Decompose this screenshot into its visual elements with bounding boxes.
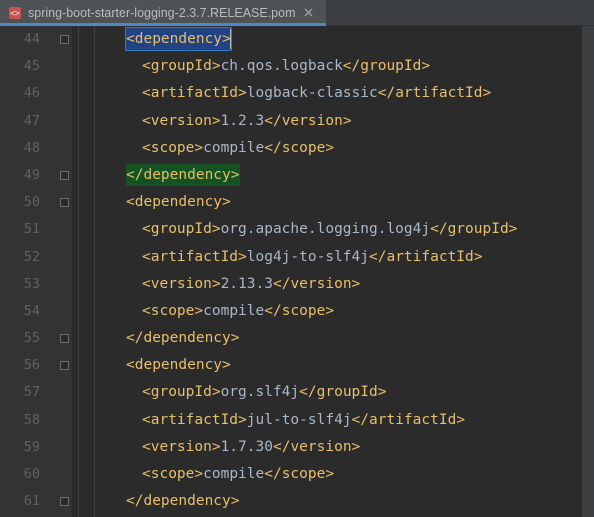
- xml-tag: dependency: [135, 357, 222, 373]
- code-line: </dependency>: [110, 162, 582, 189]
- xml-tag: version: [151, 276, 212, 292]
- xml-tag: scope: [151, 466, 195, 482]
- close-icon[interactable]: [302, 6, 316, 20]
- xml-tag: groupId: [151, 384, 212, 400]
- xml-tag: artifactId: [151, 85, 238, 101]
- xml-tag: artifactId: [151, 249, 238, 265]
- line-number: 50: [0, 189, 40, 216]
- xml-tag: groupId: [448, 221, 509, 237]
- xml-tag: version: [151, 439, 212, 455]
- fold-expand-icon[interactable]: [60, 171, 69, 180]
- line-number: 45: [0, 53, 40, 80]
- line-number: 53: [0, 271, 40, 298]
- xml-tag: scope: [282, 466, 326, 482]
- xml-text: logback-classic: [247, 85, 378, 101]
- code-line: <groupId>org.apache.logging.log4j</group…: [110, 216, 582, 243]
- xml-tag: groupId: [151, 221, 212, 237]
- code-line: <version>1.2.3</version>: [110, 108, 582, 135]
- xml-tag: artifactId: [395, 85, 482, 101]
- line-number: 46: [0, 80, 40, 107]
- line-number: 54: [0, 298, 40, 325]
- tab-label: spring-boot-starter-logging-2.3.7.RELEAS…: [28, 6, 296, 20]
- line-number: 59: [0, 434, 40, 461]
- indent-guides: [72, 26, 110, 517]
- line-number: 51: [0, 216, 40, 243]
- xml-text: 1.2.3: [221, 113, 265, 129]
- xml-tag: scope: [151, 140, 195, 156]
- line-number: 57: [0, 379, 40, 406]
- xml-tag: dependency: [143, 330, 230, 346]
- xml-text: jul-to-slf4j: [247, 412, 352, 428]
- code-line: <scope>compile</scope>: [110, 298, 582, 325]
- xml-tag: scope: [282, 303, 326, 319]
- fold-expand-icon[interactable]: [60, 334, 69, 343]
- xml-tag: version: [151, 113, 212, 129]
- code-line: <version>2.13.3</version>: [110, 271, 582, 298]
- fold-expand-icon[interactable]: [60, 497, 69, 506]
- xml-tag: artifactId: [369, 412, 456, 428]
- matched-tag-close: </dependency>: [126, 164, 240, 186]
- line-number: 55: [0, 325, 40, 352]
- code-line: <groupId>ch.qos.logback</groupId>: [110, 53, 582, 80]
- xml-tag: scope: [282, 140, 326, 156]
- line-number: 47: [0, 108, 40, 135]
- line-number: 56: [0, 352, 40, 379]
- line-number: 58: [0, 407, 40, 434]
- code-line: </dependency>: [110, 325, 582, 352]
- xml-text: org.slf4j: [221, 384, 300, 400]
- line-number: 49: [0, 162, 40, 189]
- editor-tab[interactable]: <> spring-boot-starter-logging-2.3.7.REL…: [0, 0, 326, 25]
- line-number: 44: [0, 26, 40, 53]
- xml-text: compile: [203, 303, 264, 319]
- fold-strip: [58, 26, 72, 517]
- code-line: <scope>compile</scope>: [110, 461, 582, 488]
- xml-tag: groupId: [360, 58, 421, 74]
- xml-text: compile: [203, 140, 264, 156]
- xml-text: 2.13.3: [221, 276, 273, 292]
- line-number: 61: [0, 488, 40, 515]
- code-line: <dependency>: [110, 352, 582, 379]
- line-number: 52: [0, 244, 40, 271]
- xml-text: compile: [203, 466, 264, 482]
- code-line: </dependency>: [110, 488, 582, 515]
- code-area[interactable]: <dependency> <groupId>ch.qos.logback</gro…: [110, 26, 582, 517]
- code-line: <groupId>org.slf4j</groupId>: [110, 379, 582, 406]
- tab-bar: <> spring-boot-starter-logging-2.3.7.REL…: [0, 0, 594, 26]
- xml-tag: version: [290, 276, 351, 292]
- xml-tag: dependency: [135, 194, 222, 210]
- fold-collapse-icon[interactable]: [60, 198, 69, 207]
- fold-collapse-icon[interactable]: [60, 361, 69, 370]
- xml-text: ch.qos.logback: [221, 58, 343, 74]
- matched-tag-open: <dependency>: [126, 28, 231, 50]
- xml-tag: scope: [151, 303, 195, 319]
- xml-tag: artifactId: [386, 249, 473, 265]
- line-number: 48: [0, 135, 40, 162]
- xml-tag: groupId: [151, 58, 212, 74]
- xml-tag: dependency: [143, 493, 230, 509]
- text-caret: [230, 29, 232, 49]
- xml-text: 1.7.30: [221, 439, 273, 455]
- editor: 444546474849505152535455565758596061 <de…: [0, 26, 594, 517]
- code-line: <scope>compile</scope>: [110, 135, 582, 162]
- line-number-gutter: 444546474849505152535455565758596061: [0, 26, 58, 517]
- code-line: <artifactId>logback-classic</artifactId>: [110, 80, 582, 107]
- xml-tag: dependency: [135, 31, 222, 47]
- vertical-scrollbar[interactable]: [582, 26, 594, 517]
- xml-text: log4j-to-slf4j: [247, 249, 369, 265]
- fold-collapse-icon[interactable]: [60, 35, 69, 44]
- xml-file-icon: <>: [8, 6, 22, 20]
- svg-text:<>: <>: [10, 9, 20, 18]
- code-line: <dependency>: [110, 26, 582, 53]
- line-number: 60: [0, 461, 40, 488]
- code-line: <dependency>: [110, 189, 582, 216]
- xml-tag: version: [282, 113, 343, 129]
- xml-text: org.apache.logging.log4j: [221, 221, 431, 237]
- xml-tag: artifactId: [151, 412, 238, 428]
- xml-tag: groupId: [317, 384, 378, 400]
- code-line: <version>1.7.30</version>: [110, 434, 582, 461]
- code-line: <artifactId>log4j-to-slf4j</artifactId>: [110, 244, 582, 271]
- xml-tag: dependency: [143, 167, 230, 183]
- code-line: <artifactId>jul-to-slf4j</artifactId>: [110, 407, 582, 434]
- xml-tag: version: [290, 439, 351, 455]
